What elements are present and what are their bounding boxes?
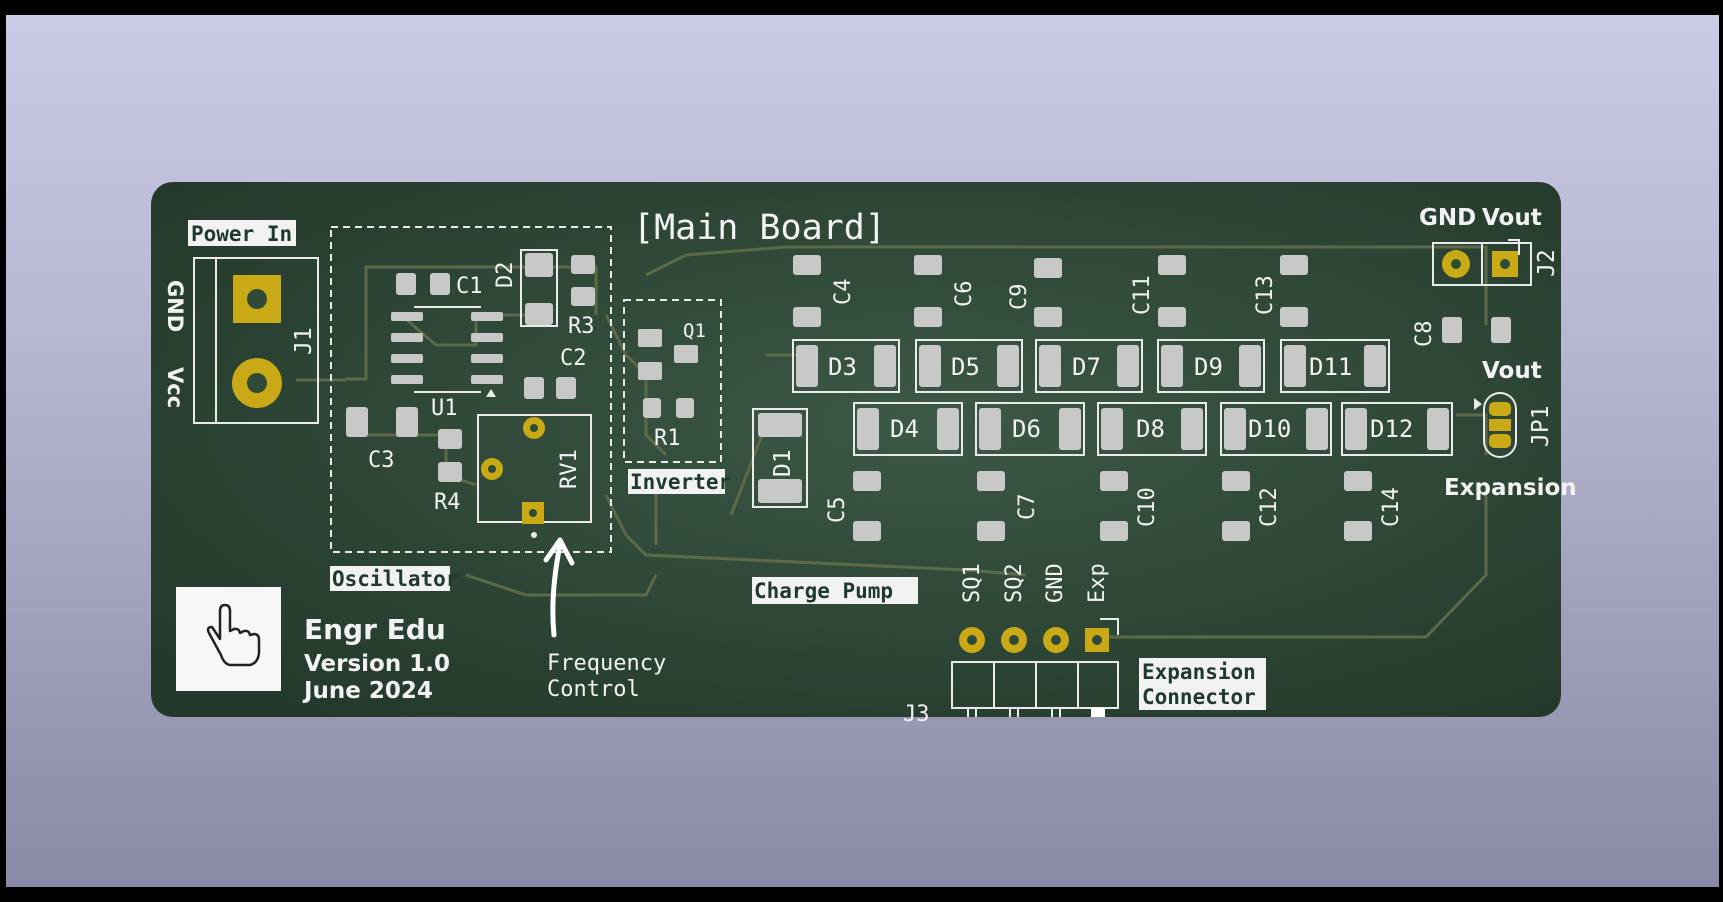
svg-text:D10: D10 [1248, 415, 1291, 443]
c3-ref: C3 [368, 448, 395, 473]
annotation-frequency: Frequency [547, 651, 666, 676]
svg-text:C4: C4 [831, 279, 856, 306]
svg-text:D8: D8 [1136, 415, 1165, 443]
inverter-label: Inverter [630, 470, 731, 494]
c2-ref: C2 [560, 346, 587, 371]
svg-text:D7: D7 [1072, 353, 1101, 381]
expansion-connector-label-2: Connector [1142, 685, 1256, 709]
svg-text:D4: D4 [890, 415, 919, 443]
svg-text:D11: D11 [1309, 353, 1352, 381]
3d-viewer-viewport[interactable]: Power In GND Vcc J1 Oscillator C1 U1 C3 … [6, 15, 1719, 887]
d1-ref: D1 [770, 449, 796, 477]
annotation-control: Control [547, 677, 640, 702]
r4-ref: R4 [434, 490, 461, 515]
jp1-vout-label: Vout [1482, 358, 1542, 384]
svg-text:C6: C6 [952, 281, 977, 308]
c8-ref: C8 [1412, 321, 1437, 348]
svg-text:C12: C12 [1257, 487, 1282, 527]
logo-box [176, 587, 281, 691]
rv1-ref: RV1 [557, 449, 582, 489]
r3-ref: R3 [568, 314, 595, 339]
q1-ref: Q1 [683, 320, 706, 342]
c1-ref: C1 [456, 274, 483, 299]
j3-pin-exp-label: Exp [1085, 563, 1110, 603]
charge-pump-label: Charge Pump [754, 579, 893, 603]
j2-ref: J2 [1534, 249, 1560, 277]
svg-text:C13: C13 [1253, 275, 1278, 315]
svg-text:C10: C10 [1135, 487, 1160, 527]
u1-ref: U1 [431, 396, 458, 421]
svg-text:D6: D6 [1012, 415, 1041, 443]
power-in-label: Power In [191, 222, 292, 246]
expansion-connector-label-1: Expansion [1142, 660, 1256, 684]
svg-text:D5: D5 [951, 353, 980, 381]
svg-text:C5: C5 [825, 497, 850, 524]
j3-pin-sq2-label: SQ2 [1002, 563, 1027, 603]
expansion-label: Expansion [1444, 475, 1577, 501]
svg-text:C11: C11 [1130, 275, 1155, 315]
j3-pin-sq1-label: SQ1 [960, 563, 985, 603]
j2-vout-label: Vout [1482, 205, 1542, 231]
oscillator-label: Oscillator [332, 567, 458, 591]
brand-name: Engr Edu [304, 613, 446, 646]
r1-ref: R1 [654, 426, 681, 451]
svg-text:D3: D3 [828, 353, 857, 381]
jp1-ref: JP1 [1528, 405, 1554, 447]
j1-ref: J1 [291, 327, 317, 355]
svg-text:D9: D9 [1194, 353, 1223, 381]
d2-ref: D2 [493, 262, 518, 289]
j1-gnd-label: GND [163, 280, 187, 332]
svg-text:C14: C14 [1379, 487, 1404, 527]
date-text: June 2024 [302, 678, 433, 704]
j3-pin-gnd-label: GND [1043, 563, 1068, 603]
version-text: Version 1.0 [304, 651, 450, 677]
svg-text:C9: C9 [1007, 284, 1032, 311]
j2-gnd-label: GND [1419, 205, 1476, 231]
svg-text:D12: D12 [1370, 415, 1413, 443]
svg-text:C7: C7 [1015, 494, 1040, 521]
board-title: [Main Board] [633, 208, 886, 248]
j3-ref: J3 [903, 702, 930, 727]
j1-vcc-label: Vcc [163, 367, 187, 408]
